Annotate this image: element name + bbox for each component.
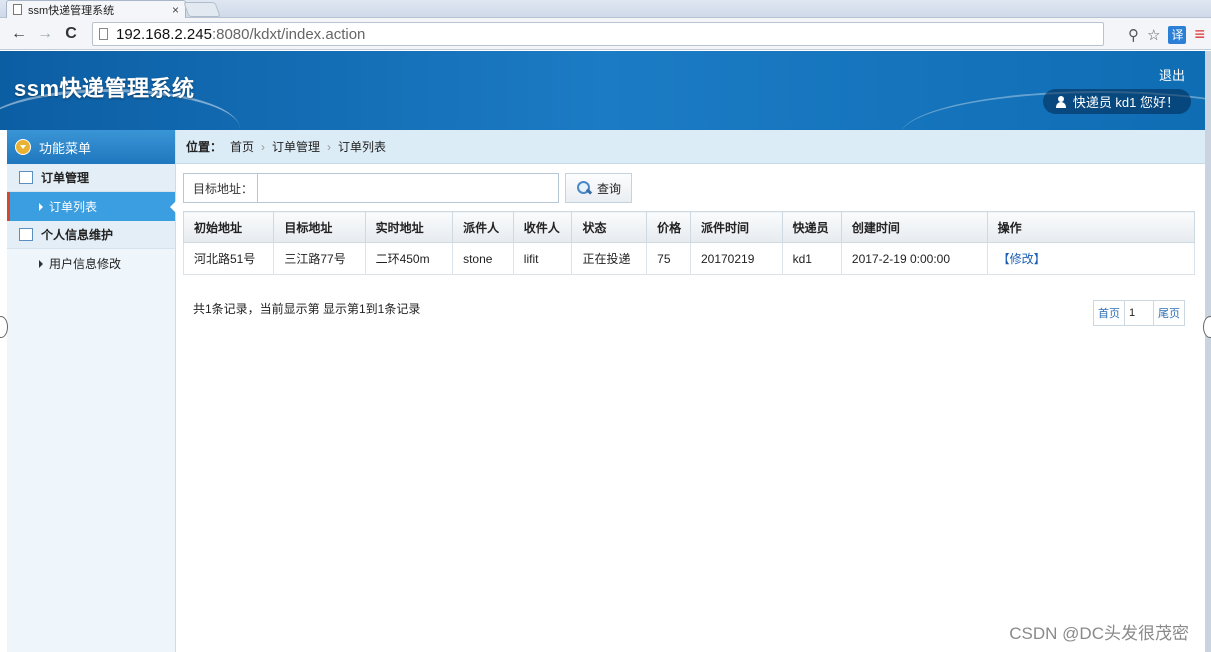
sidebar-item-order-list[interactable]: 订单列表: [7, 192, 176, 221]
pager-info: 共1条记录，当前显示第 显示第1到1条记录: [193, 302, 421, 316]
column-header: 初始地址: [182, 211, 275, 243]
sidebar-item-edit-user[interactable]: 用户信息修改: [7, 249, 175, 278]
sidebar-group-label: 订单管理: [41, 171, 90, 185]
breadcrumb-separator: ›: [261, 139, 266, 154]
cell-current-location: 二环450m: [364, 242, 454, 275]
breadcrumb-label: 位置：: [186, 140, 223, 154]
column-header: 目标地址: [273, 211, 366, 243]
window-edge: [1205, 51, 1211, 652]
cell-origin: 河北路51号: [182, 242, 275, 275]
cell-created-time: 2017-2-19 0:00:00: [840, 242, 988, 275]
watermark: CSDN @DC头发很茂密: [1009, 624, 1189, 643]
order-table: 初始地址 目标地址 实时地址 派件人 收件人 状态 价格 派件时间 快递员 创建…: [182, 211, 1196, 275]
menu-icon[interactable]: ≡: [1194, 24, 1205, 45]
column-header: 收件人: [512, 211, 573, 243]
table-row: 河北路51号 三江路77号 二环450m stone lifit 正在投递 75…: [182, 242, 1196, 275]
browser-tabstrip: ssm快递管理系统 ×: [0, 0, 1211, 18]
search-button-label: 查询: [596, 181, 621, 196]
breadcrumb: 位置： 首页 › 订单管理 › 订单列表: [176, 130, 1205, 164]
pager: 首页 1 尾页: [1093, 300, 1185, 326]
cell-status: 正在投递: [571, 242, 648, 275]
column-header: 操作: [986, 211, 1196, 243]
search-field: 目标地址：: [183, 173, 559, 203]
translate-icon[interactable]: 译: [1168, 25, 1187, 44]
sidebar-group-profile[interactable]: 个人信息维护: [7, 221, 175, 249]
column-header: 创建时间: [840, 211, 988, 243]
breadcrumb-separator: ›: [327, 139, 332, 154]
column-header: 状态: [571, 211, 648, 243]
current-page-number[interactable]: 1: [1124, 301, 1154, 325]
tab-close-button[interactable]: ×: [172, 3, 179, 17]
sidebar-group-order-management[interactable]: 订单管理: [7, 164, 175, 192]
column-header: 派件时间: [689, 211, 783, 243]
user-icon: [1055, 95, 1067, 108]
first-page-link[interactable]: 首页: [1094, 301, 1124, 325]
url-path: :8080/kdxt/index.action: [211, 25, 366, 43]
calendar-icon: [19, 228, 33, 241]
cell-dispatch-time: 20170219: [689, 242, 783, 275]
resize-handle-right[interactable]: [1203, 316, 1211, 338]
edit-link[interactable]: 【修改】: [986, 242, 1196, 275]
caret-right-icon: [39, 259, 43, 268]
table-header-row: 初始地址 目标地址 实时地址 派件人 收件人 状态 价格 派件时间 快递员 创建…: [182, 211, 1196, 243]
search-bar: 目标地址： 查询: [183, 173, 632, 203]
column-header: 快递员: [781, 211, 842, 243]
app-header: ssm快递管理系统 退出 快递员 kd1 您好！: [0, 51, 1205, 130]
tab-title: ssm快递管理系统: [28, 4, 115, 17]
sidebar-title: 功能菜单: [39, 140, 92, 156]
browser-toolbar-icons: ⚲ ☆ 译 ≡: [1128, 24, 1205, 45]
list-icon: [19, 171, 33, 184]
logout-link[interactable]: 退出: [1159, 65, 1185, 84]
breadcrumb-order-management[interactable]: 订单管理: [272, 138, 320, 155]
browser-tab[interactable]: ssm快递管理系统 ×: [6, 0, 186, 18]
welcome-text: 快递员 kd1 您好！: [1072, 95, 1179, 110]
cell-courier: kd1: [781, 242, 842, 275]
breadcrumb-current: 订单列表: [338, 140, 387, 154]
url-field[interactable]: 192.168.2.245 :8080/kdxt/index.action: [92, 22, 1104, 46]
sidebar: 功能菜单 订单管理 订单列表 个人信息维护 用户信息修改: [7, 130, 176, 652]
column-header: 实时地址: [364, 211, 454, 243]
welcome-badge: 快递员 kd1 您好！: [1042, 89, 1191, 114]
main-content: 位置： 首页 › 订单管理 › 订单列表 目标地址： 查询 初始地址 目标地址 …: [176, 130, 1205, 652]
new-tab-button[interactable]: [183, 2, 221, 17]
chevron-down-icon: [15, 139, 31, 155]
cell-destination: 三江路77号: [273, 242, 366, 275]
reload-icon[interactable]: C: [60, 25, 82, 43]
search-icon: [576, 180, 592, 196]
last-page-link[interactable]: 尾页: [1154, 301, 1184, 325]
forward-icon[interactable]: →: [34, 25, 56, 43]
cell-price: 75: [646, 242, 691, 275]
page-icon: [13, 4, 22, 15]
back-icon[interactable]: ←: [8, 25, 30, 43]
caret-right-icon: [39, 202, 43, 211]
breadcrumb-home[interactable]: 首页: [230, 138, 254, 155]
key-icon[interactable]: ⚲: [1128, 26, 1139, 44]
search-button[interactable]: 查询: [565, 173, 632, 203]
target-address-input[interactable]: [258, 174, 558, 202]
star-icon[interactable]: ☆: [1147, 26, 1160, 44]
url-host: 192.168.2.245: [116, 25, 212, 43]
sidebar-header[interactable]: 功能菜单: [7, 130, 175, 164]
cell-receiver: lifit: [512, 242, 573, 275]
sidebar-item-label: 用户信息修改: [49, 257, 122, 271]
sidebar-group-label: 个人信息维护: [41, 228, 114, 242]
cell-sender: stone: [452, 242, 514, 275]
app-title: ssm快递管理系统: [14, 76, 195, 101]
sidebar-item-label: 订单列表: [49, 200, 98, 214]
page-icon: [99, 28, 108, 40]
address-bar-row: ← → C 192.168.2.245 :8080/kdxt/index.act…: [0, 18, 1211, 50]
search-label: 目标地址：: [184, 174, 259, 202]
column-header: 派件人: [452, 211, 514, 243]
column-header: 价格: [646, 211, 691, 243]
